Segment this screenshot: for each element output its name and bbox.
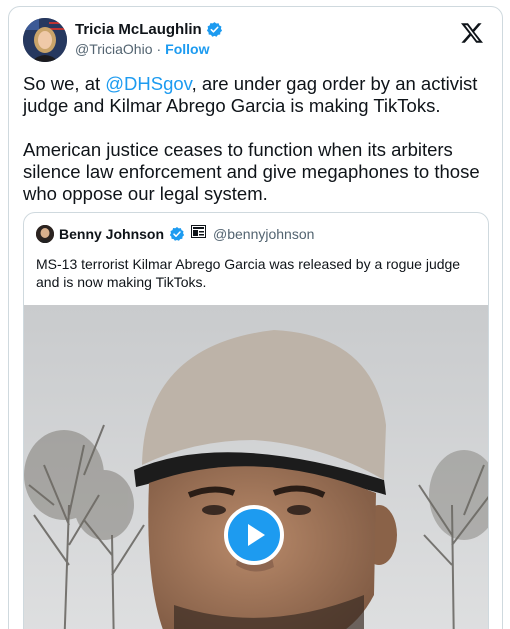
follow-button[interactable]: Follow bbox=[165, 41, 209, 57]
post-text-part1: So we, at bbox=[23, 73, 106, 94]
quoted-author-name[interactable]: Benny Johnson bbox=[59, 226, 164, 242]
mention-link[interactable]: @DHSgov bbox=[105, 73, 191, 94]
post-text: So we, at @DHSgov, are under gag order b… bbox=[23, 73, 489, 205]
quoted-post[interactable]: Benny Johnson @bennyjohnson MS-13 terror… bbox=[23, 212, 489, 629]
quoted-author-handle[interactable]: @bennyjohnson bbox=[213, 226, 314, 242]
quoted-avatar[interactable] bbox=[36, 225, 54, 243]
affiliate-badge-icon bbox=[191, 225, 207, 243]
verified-badge-icon bbox=[169, 226, 186, 243]
author-block: Tricia McLaughlin @TriciaOhio · Follow bbox=[75, 21, 223, 57]
embedded-post-card: Tricia McLaughlin @TriciaOhio · Follow S… bbox=[8, 6, 503, 629]
video-thumbnail[interactable] bbox=[24, 305, 488, 629]
quoted-header: Benny Johnson @bennyjohnson bbox=[36, 225, 314, 243]
x-logo-icon[interactable] bbox=[460, 21, 484, 45]
play-icon bbox=[248, 524, 265, 546]
separator: · bbox=[156, 41, 162, 57]
quoted-text: MS-13 terrorist Kilmar Abrego Garcia was… bbox=[36, 256, 461, 290]
verified-badge-icon bbox=[206, 21, 223, 38]
author-handle[interactable]: @TriciaOhio bbox=[75, 41, 153, 57]
author-name[interactable]: Tricia McLaughlin bbox=[75, 21, 202, 38]
play-button[interactable] bbox=[224, 505, 284, 565]
avatar[interactable] bbox=[23, 18, 67, 62]
post-header: Tricia McLaughlin @TriciaOhio · Follow bbox=[23, 17, 488, 65]
